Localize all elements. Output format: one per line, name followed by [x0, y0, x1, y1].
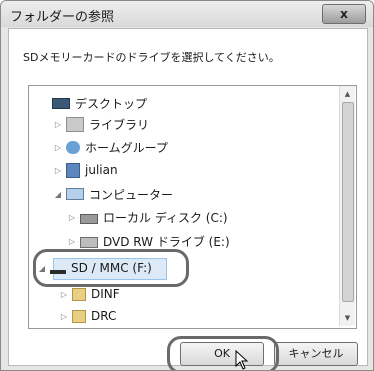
computer-icon: [66, 188, 84, 200]
folder-icon: [72, 309, 86, 323]
ok-button-callout: [167, 336, 279, 370]
collapse-arrow-icon[interactable]: ◢: [53, 190, 63, 199]
tree-item-dvd-drive-e[interactable]: ▷ DVD RW ドライブ (E:): [67, 231, 230, 251]
tree-item-label: julian: [85, 163, 118, 177]
tree-item-label: DINF: [91, 287, 120, 301]
tree-item-computer[interactable]: ◢ コンピューター: [53, 184, 173, 204]
tree-item-label: ホームグループ: [85, 140, 168, 155]
sd-drive-callout: [33, 249, 189, 287]
tree-item-library[interactable]: ▷ ライブラリ: [53, 114, 149, 134]
expand-arrow-icon[interactable]: ▷: [67, 213, 77, 222]
tree-item-label: DVD RW ドライブ (E:): [103, 234, 230, 249]
tree-item-label: ローカル ディスク (C:): [103, 210, 228, 225]
tree-item-local-disk-c[interactable]: ▷ ローカル ディスク (C:): [67, 207, 228, 227]
tree-item-label: デスクトップ: [75, 96, 148, 111]
expand-arrow-icon[interactable]: ▷: [53, 143, 63, 152]
tree-item-drc[interactable]: ▷ DRC: [59, 306, 116, 326]
tree-item-julian[interactable]: ▷ julian: [53, 160, 118, 180]
dialog-title: フォルダーの参照: [10, 10, 115, 25]
hard-drive-icon: [80, 213, 98, 224]
folder-browse-dialog: フォルダーの参照 x SDメモリーカードのドライブを選択してください。 デスクト…: [0, 0, 374, 371]
expand-arrow-icon[interactable]: ▷: [59, 290, 69, 299]
mouse-cursor-icon: [235, 350, 249, 370]
tree-scrollbar[interactable]: ▲ ▼: [339, 86, 355, 326]
expand-arrow-icon[interactable]: ▷: [53, 166, 63, 175]
title-bar: フォルダーの参照 x: [1, 1, 373, 27]
library-icon: [66, 116, 84, 132]
cancel-button[interactable]: キャンセル: [274, 342, 358, 366]
tree-item-dinf[interactable]: ▷ DINF: [59, 284, 120, 304]
close-button[interactable]: x: [322, 4, 366, 24]
desktop-icon: [52, 98, 70, 109]
tree-item-label: ライブラリ: [89, 117, 150, 132]
tree-item-label: DRC: [91, 309, 117, 323]
tree-item-homegroup[interactable]: ▷ ホームグループ: [53, 137, 168, 157]
tree-item-label: コンピューター: [89, 187, 174, 202]
scroll-down-arrow-icon[interactable]: ▼: [342, 312, 353, 324]
expand-arrow-icon[interactable]: ▷: [59, 312, 69, 321]
scrollbar-thumb[interactable]: [342, 102, 354, 302]
dvd-drive-icon: [80, 236, 98, 248]
scroll-up-arrow-icon[interactable]: ▲: [342, 88, 353, 100]
tree-item-desktop[interactable]: デスクトップ: [39, 93, 147, 113]
expand-arrow-icon[interactable]: ▷: [67, 237, 77, 246]
user-folder-icon: [66, 162, 80, 178]
instruction-text: SDメモリーカードのドライブを選択してください。: [23, 51, 280, 64]
homegroup-icon: [66, 140, 80, 154]
expand-arrow-icon[interactable]: ▷: [53, 120, 63, 129]
folder-icon: [72, 287, 86, 301]
